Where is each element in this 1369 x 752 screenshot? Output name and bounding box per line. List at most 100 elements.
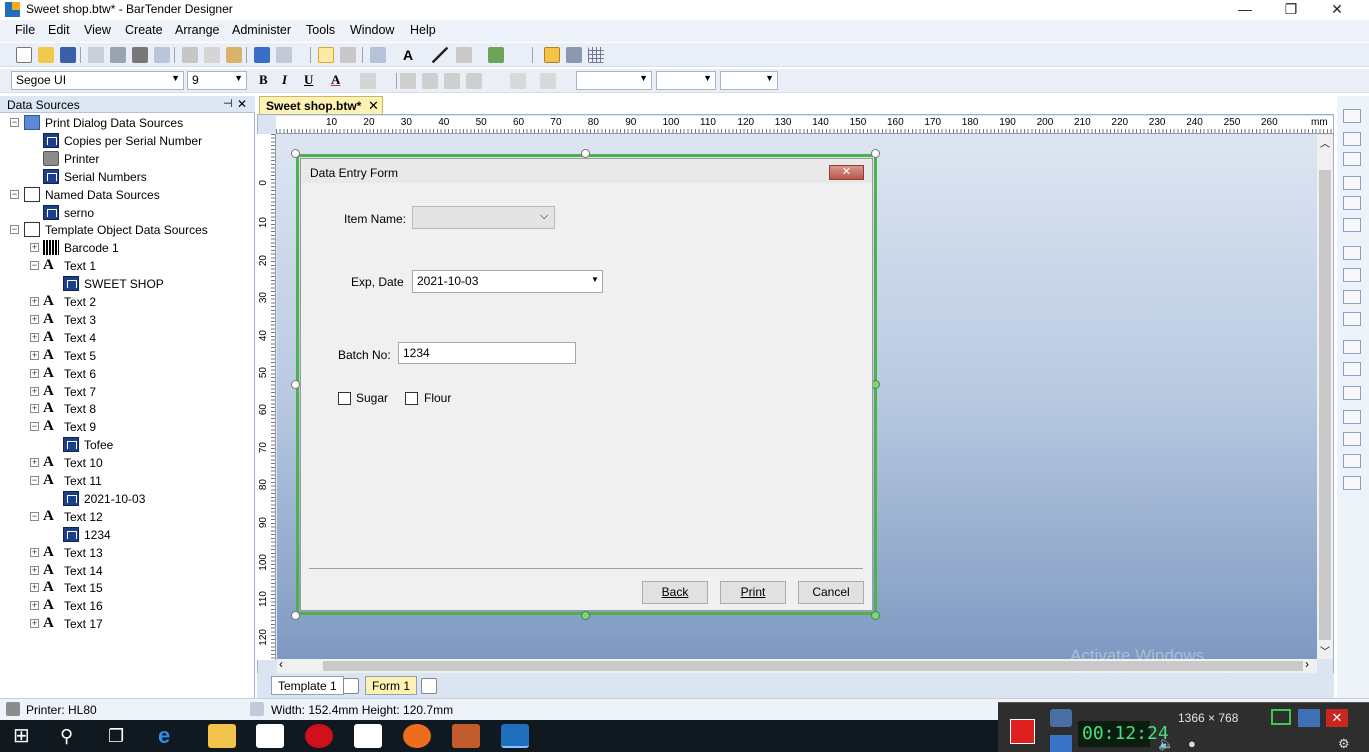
menu-create[interactable]: Create	[125, 23, 163, 37]
justify-icon[interactable]	[466, 73, 482, 89]
speaker-icon[interactable]: 🔈	[1158, 736, 1174, 752]
resize-handle[interactable]	[871, 149, 880, 158]
menu-file[interactable]: File	[15, 23, 35, 37]
expand-icon[interactable]: +	[30, 601, 39, 611]
resize-handle[interactable]	[291, 611, 300, 620]
line-style-combo[interactable]: ▼	[656, 71, 716, 90]
task-view-icon[interactable]: ❐	[108, 724, 136, 748]
menu-arrange[interactable]: Arrange	[175, 23, 219, 37]
pause-icon[interactable]	[1050, 735, 1072, 752]
tree-node[interactable]: + A Text 15	[0, 579, 255, 597]
scroll-thumb[interactable]	[1319, 170, 1331, 640]
menu-view[interactable]: View	[84, 23, 111, 37]
collapse-icon[interactable]: −	[10, 118, 19, 127]
item-name-dropdown[interactable]: ⌵	[412, 206, 555, 229]
align-right-icon[interactable]	[1343, 152, 1361, 166]
menu-tools[interactable]: Tools	[306, 23, 335, 37]
scroll-left-icon[interactable]: ‹	[279, 657, 283, 671]
tree-node[interactable]: − A Text 11	[0, 472, 255, 490]
document-tab-close-icon[interactable]: ✕	[368, 98, 379, 114]
text-tool-icon[interactable]: A	[403, 47, 419, 63]
highlight-icon[interactable]	[360, 73, 376, 89]
expand-icon[interactable]: +	[30, 386, 39, 396]
minimize-recorder-button[interactable]	[1298, 709, 1320, 727]
scroll-right-icon[interactable]: ›	[1305, 657, 1309, 671]
tree-node[interactable]: − Template Object Data Sources	[0, 221, 255, 239]
toolbox-icon[interactable]	[544, 47, 560, 63]
tree-node[interactable]: 1234	[0, 526, 255, 544]
close-recorder-button[interactable]: ✕	[1326, 709, 1348, 727]
tree-node[interactable]: − Print Dialog Data Sources	[0, 114, 255, 132]
bartender-taskbar-icon[interactable]	[501, 724, 529, 748]
resize-handle[interactable]	[291, 380, 300, 389]
tree-node[interactable]: + A Text 5	[0, 347, 255, 365]
windows-start-icon[interactable]: ⊞	[13, 724, 41, 748]
database-setup-icon[interactable]	[110, 47, 126, 63]
tree-node[interactable]: + A Text 3	[0, 311, 255, 329]
align-center-icon[interactable]	[422, 73, 438, 89]
grid-icon[interactable]	[588, 47, 604, 63]
expand-icon[interactable]: +	[30, 350, 39, 360]
collapse-icon[interactable]: −	[30, 422, 39, 432]
tree-node[interactable]: + A Text 16	[0, 597, 255, 615]
search-icon[interactable]: ⚲	[60, 724, 88, 748]
resize-handle[interactable]	[581, 611, 590, 620]
scroll-up-icon[interactable]: ︿	[1320, 135, 1330, 150]
rotate-180-icon[interactable]	[1343, 410, 1361, 424]
tree-node[interactable]: + A Text 13	[0, 544, 255, 562]
paste-icon[interactable]	[226, 47, 242, 63]
redo-icon[interactable]	[276, 47, 292, 63]
tree-node[interactable]: − Named Data Sources	[0, 186, 255, 204]
tree-node[interactable]: + A Text 14	[0, 562, 255, 580]
line-weight-combo[interactable]: ▼	[576, 71, 652, 90]
tab-form-1[interactable]: Form 1	[365, 676, 418, 695]
expand-icon[interactable]: +	[30, 332, 39, 342]
menu-administer[interactable]: Administer	[232, 23, 291, 37]
edge-browser-icon[interactable]: e	[158, 724, 186, 748]
tree-node[interactable]: + A Text 7	[0, 383, 255, 401]
file-explorer-icon[interactable]	[208, 724, 236, 748]
tree-node[interactable]: Printer	[0, 150, 255, 168]
border-style-combo[interactable]: ▼	[720, 71, 778, 90]
expand-icon[interactable]: +	[30, 547, 39, 557]
collapse-icon[interactable]: −	[10, 225, 19, 235]
expand-icon[interactable]: +	[30, 297, 39, 306]
rotate-minus-1-icon[interactable]	[1343, 476, 1361, 490]
tree-node[interactable]: − A Text 9	[0, 418, 255, 436]
resize-handle[interactable]	[581, 149, 590, 158]
center-horizontal-icon[interactable]	[1343, 290, 1361, 304]
app-icon[interactable]	[452, 724, 480, 748]
page-setup-icon[interactable]	[88, 47, 104, 63]
tree-node[interactable]: Serial Numbers	[0, 168, 255, 186]
menu-edit[interactable]: Edit	[48, 23, 70, 37]
menu-window[interactable]: Window	[350, 23, 394, 37]
shape-tool-icon[interactable]	[456, 47, 472, 63]
tree-node[interactable]: Copies per Serial Number	[0, 132, 255, 150]
expand-icon[interactable]: +	[30, 565, 39, 575]
tree-node[interactable]: + A Text 6	[0, 365, 255, 383]
tree-node[interactable]: − A Text 12	[0, 508, 255, 526]
align-left-icon[interactable]	[400, 73, 416, 89]
rotate-1-icon[interactable]	[1343, 454, 1361, 468]
open-folder-icon[interactable]	[38, 47, 54, 63]
resize-handle[interactable]	[871, 611, 880, 620]
maximize-button[interactable]: ❐	[1268, 0, 1314, 20]
scroll-down-icon[interactable]: ﹀	[1320, 643, 1330, 658]
menu-help[interactable]: Help	[410, 23, 436, 37]
tree-node[interactable]: + A Text 8	[0, 400, 255, 418]
select-pointer-icon[interactable]	[318, 47, 334, 63]
save-icon[interactable]	[60, 47, 76, 63]
picture-tool-icon[interactable]	[488, 47, 504, 63]
back-button[interactable]: Back	[642, 581, 708, 604]
distribute-vertical-icon[interactable]	[1343, 268, 1361, 282]
minimize-button[interactable]: —	[1222, 0, 1268, 20]
batch-no-field[interactable]: 1234	[398, 342, 576, 364]
microphone-icon[interactable]: ●	[1188, 736, 1196, 751]
stop-recording-button[interactable]	[1010, 719, 1035, 744]
rotate-270-icon[interactable]	[1343, 432, 1361, 446]
cut-icon[interactable]	[182, 47, 198, 63]
exp-date-picker[interactable]: 2021-10-03 ▼	[412, 270, 603, 293]
bold-button[interactable]: B	[259, 72, 268, 88]
fill-color-icon[interactable]	[540, 73, 556, 89]
font-name-combo[interactable]: Segoe UI ▼	[11, 71, 184, 90]
